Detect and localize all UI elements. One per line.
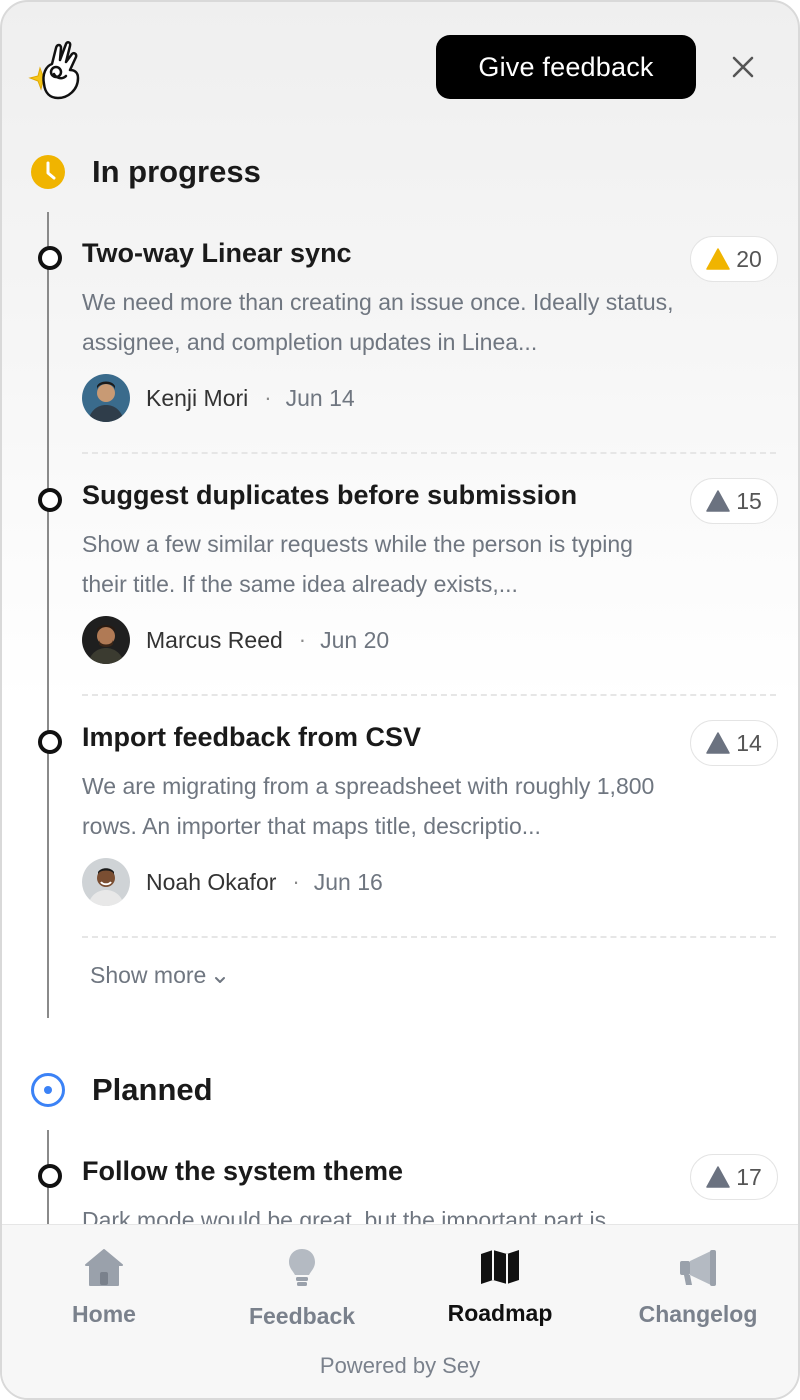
separator-dot: · <box>264 385 272 410</box>
item-description: We need more than creating an issue once… <box>82 289 674 355</box>
megaphone-icon <box>677 1247 719 1287</box>
chevron-down-icon <box>215 976 226 983</box>
show-more-label: Show more <box>90 962 207 988</box>
vote-count: 17 <box>736 1163 762 1190</box>
timeline-dot <box>38 246 62 270</box>
timeline-dot <box>38 488 62 512</box>
nav-label: Feedback <box>248 1303 356 1329</box>
author-name: Marcus Reed <box>146 626 283 653</box>
close-icon[interactable] <box>724 48 762 86</box>
author-name: Noah Okafor <box>146 868 277 895</box>
target-circle-icon <box>30 1072 66 1108</box>
upvote-triangle-icon <box>706 1166 730 1188</box>
item-date: Jun 20 <box>320 626 390 653</box>
upvote-button[interactable]: 15 <box>690 478 778 524</box>
upvote-triangle-icon <box>706 732 730 754</box>
upvote-button[interactable]: 17 <box>690 1154 778 1200</box>
item-date: Jun 16 <box>313 868 383 895</box>
upvote-triangle-icon <box>706 248 730 270</box>
nav-item-feedback[interactable]: Feedback <box>202 1247 402 1329</box>
item-title[interactable]: Two-way Linear sync <box>82 238 352 269</box>
nav-item-roadmap[interactable]: Roadmap <box>400 1247 600 1327</box>
separator-dot: · <box>292 869 300 894</box>
item-description: Show a few similar requests while the pe… <box>82 531 633 597</box>
upvote-button[interactable]: 20 <box>690 236 778 282</box>
item-description: We are migrating from a spreadsheet with… <box>82 773 655 839</box>
nav-item-home[interactable]: Home <box>4 1247 204 1327</box>
vote-count: 20 <box>736 245 762 272</box>
item-divider <box>82 452 776 454</box>
item-divider <box>82 694 776 696</box>
separator-dot: · <box>298 627 307 652</box>
avatar <box>82 858 130 906</box>
item-title[interactable]: Suggest duplicates before submission <box>82 480 577 511</box>
item-author: Marcus Reed · Jun 20 <box>82 616 389 664</box>
avatar <box>82 616 130 664</box>
author-name: Kenji Mori <box>146 384 249 411</box>
avatar <box>82 374 130 422</box>
upvote-button[interactable]: 14 <box>690 720 778 766</box>
upvote-triangle-icon <box>706 490 730 512</box>
timeline-dot <box>38 1164 62 1188</box>
section-in-progress-header: In progress <box>30 154 261 190</box>
clock-icon <box>30 154 66 190</box>
item-title[interactable]: Follow the system theme <box>82 1156 403 1187</box>
timeline-dot <box>38 730 62 754</box>
nav-item-changelog[interactable]: Changelog <box>598 1247 798 1327</box>
roadmap-item[interactable]: Import feedback from CSV We are migratin… <box>38 720 778 922</box>
show-more-button[interactable]: Show more <box>90 962 226 989</box>
vote-count: 15 <box>736 487 762 514</box>
roadmap-item[interactable]: Suggest duplicates before submission Sho… <box>38 478 778 680</box>
map-icon <box>479 1247 521 1286</box>
section-title: In progress <box>92 154 261 189</box>
item-date: Jun 14 <box>285 384 355 411</box>
roadmap-item[interactable]: Two-way Linear sync We need more than cr… <box>38 236 778 438</box>
item-author: Kenji Mori · Jun 14 <box>82 374 355 422</box>
item-author: Noah Okafor · Jun 16 <box>82 858 383 906</box>
bottom-nav: Home Feedback Roadmap Changelog Powered … <box>2 1224 798 1398</box>
vote-count: 14 <box>736 729 762 756</box>
nav-label: Changelog <box>638 1301 758 1327</box>
hand-sparkle-logo-icon <box>26 38 86 102</box>
give-feedback-button[interactable]: Give feedback <box>436 35 696 99</box>
item-title[interactable]: Import feedback from CSV <box>82 722 421 753</box>
nav-label: Roadmap <box>447 1300 553 1326</box>
lightbulb-icon <box>286 1247 318 1289</box>
item-divider <box>82 936 776 938</box>
nav-label: Home <box>72 1301 136 1327</box>
feedback-widget: Give feedback In progress Two-way Linear… <box>0 0 800 1400</box>
section-planned-header: Planned <box>30 1072 213 1108</box>
section-title: Planned <box>92 1072 213 1107</box>
powered-by-link[interactable]: Powered by Sey <box>2 1353 798 1379</box>
home-icon <box>83 1247 125 1287</box>
